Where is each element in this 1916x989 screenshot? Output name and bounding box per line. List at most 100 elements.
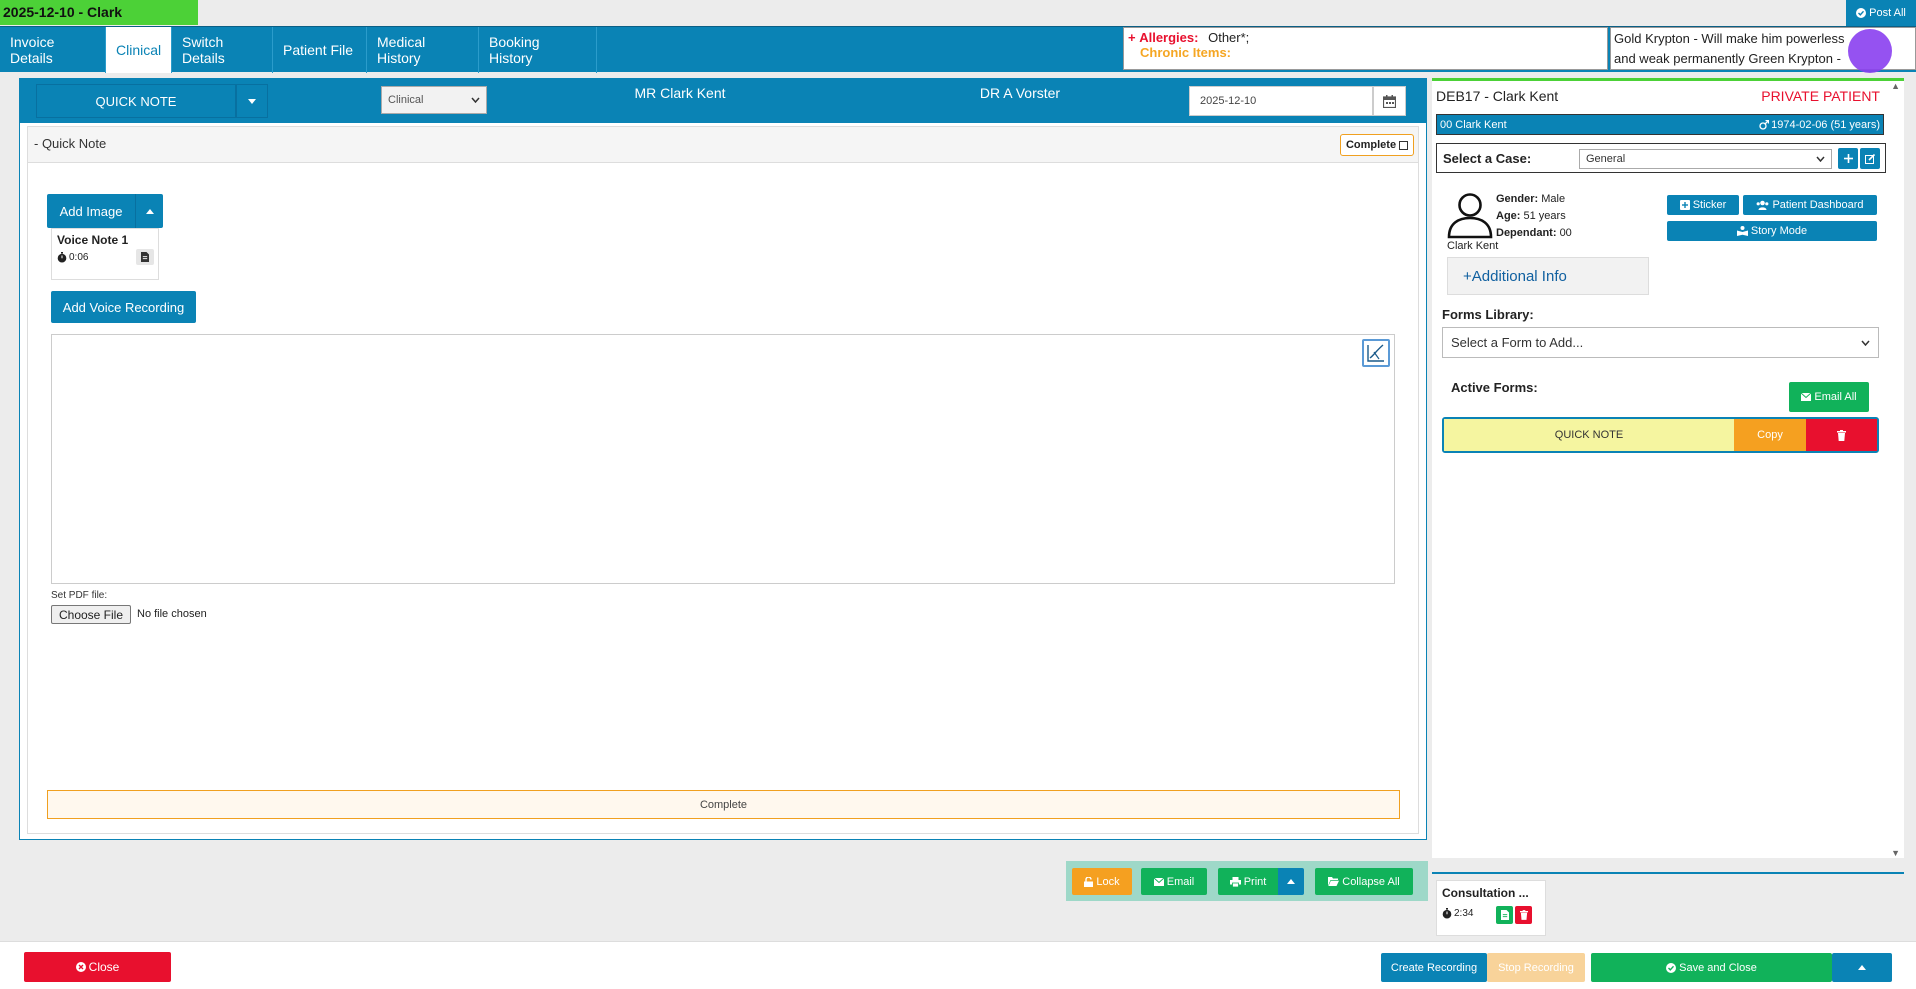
print-label: Print (1243, 875, 1267, 888)
book-reader-icon (1736, 226, 1748, 236)
allergies-panel[interactable]: + Allergies: Other*; Chronic Items: (1123, 27, 1608, 70)
form-title[interactable]: - Quick Note (34, 136, 106, 151)
chevron-down-icon (471, 97, 480, 103)
close-label: Close (88, 960, 120, 974)
tab-invoice-details[interactable]: Invoice Details (0, 27, 106, 73)
case-label: Select a Case: (1443, 151, 1532, 166)
consultation-recording-card[interactable]: Consultation ... 2:34 (1436, 880, 1546, 936)
patient-account-id: DEB17 - Clark Kent (1436, 88, 1559, 104)
quick-note-button[interactable]: QUICK NOTE (36, 84, 236, 118)
sticker-label: Sticker (1692, 199, 1727, 211)
email-all-button[interactable]: Email All (1789, 382, 1869, 412)
file-icon (1500, 910, 1509, 920)
consultation-time: 2:34 (1454, 908, 1474, 919)
patient-info-lines: Gender: Male Age: 51 years Dependant: 00 (1496, 191, 1572, 242)
consultation-delete-button[interactable] (1515, 906, 1532, 924)
delete-form-button[interactable] (1806, 419, 1877, 451)
tab-patient-file[interactable]: Patient File (273, 27, 367, 73)
private-patient-label: PRIVATE PATIENT (1761, 88, 1880, 104)
check-circle-icon (1666, 962, 1677, 973)
patient-dashboard-button[interactable]: Patient Dashboard (1743, 195, 1877, 215)
close-button[interactable]: Close (24, 952, 171, 982)
collapse-all-button[interactable]: Collapse All (1315, 868, 1413, 895)
caret-up-icon (1858, 965, 1866, 970)
complete-checkbox-label: Complete (1345, 139, 1397, 151)
complete-checkbox[interactable]: Complete (1340, 134, 1414, 156)
footer-bar: Close Create Recording Stop Recording Sa… (0, 941, 1916, 989)
save-and-close-label: Save and Close (1679, 961, 1757, 974)
add-image-dropdown-caret[interactable] (135, 194, 163, 228)
envelope-icon (1153, 877, 1164, 886)
case-selector-row: Select a Case: General (1436, 143, 1886, 173)
tab-clinical[interactable]: Clinical (106, 27, 172, 73)
forms-library-placeholder: Select a Form to Add... (1451, 335, 1584, 350)
scroll-up-arrow[interactable]: ▲ (1891, 81, 1900, 91)
choose-file-button[interactable]: Choose File (51, 605, 131, 624)
voice-note-card[interactable]: Voice Note 1 0:06 (51, 228, 159, 280)
print-dropdown-caret[interactable] (1278, 868, 1304, 895)
add-image-button[interactable]: Add Image (47, 194, 135, 228)
allergies-plus: + (1128, 30, 1136, 45)
additional-info-toggle[interactable]: +Additional Info (1447, 257, 1649, 295)
print-button[interactable]: Print (1218, 868, 1278, 895)
header-patient-name: MR Clark Kent (634, 85, 726, 101)
user-icon (1446, 191, 1494, 239)
consultation-file-button[interactable] (1496, 906, 1513, 924)
save-options-caret[interactable] (1832, 953, 1892, 982)
lock-button[interactable]: Lock (1072, 868, 1132, 895)
patient-summary-strip: 00 Clark Kent 1974-02-06 (51 years) (1436, 114, 1884, 135)
gender-label: Gender: (1496, 193, 1539, 205)
calendar-button[interactable] (1373, 86, 1406, 116)
lock-label: Lock (1096, 875, 1120, 888)
voice-note-transcript-button[interactable] (136, 249, 154, 265)
checkbox-icon (1399, 140, 1409, 150)
copy-form-button[interactable]: Copy (1734, 419, 1806, 451)
header-doctor-name: DR A Vorster (979, 85, 1061, 101)
avatar-patient-name: Clark Kent (1447, 240, 1499, 252)
category-select[interactable]: Clinical (381, 86, 487, 114)
age-label: Age: (1496, 210, 1521, 222)
male-icon (1759, 119, 1770, 130)
tab-medical-history[interactable]: Medical History (367, 27, 479, 73)
panel-divider (1432, 872, 1904, 874)
clinical-form-panel: QUICK NOTE Clinical MR Clark Kent DR A V… (19, 78, 1427, 840)
notes-textarea[interactable] (51, 334, 1395, 584)
active-forms-label: Active Forms: (1451, 380, 1538, 395)
quick-note-dropdown-caret[interactable] (236, 84, 268, 118)
trash-icon (1519, 910, 1528, 920)
sticker-icon (1679, 200, 1690, 210)
quick-note-form-header[interactable]: - Quick Note Complete (28, 127, 1418, 163)
forms-library-label: Forms Library: (1442, 307, 1534, 322)
add-voice-recording-button[interactable]: Add Voice Recording (51, 291, 196, 323)
add-case-button[interactable] (1838, 148, 1858, 169)
pdf-file-label: Set PDF file: (51, 590, 108, 601)
edit-case-button[interactable] (1860, 148, 1880, 169)
dependant-value: 00 (1559, 227, 1572, 239)
users-icon (1756, 200, 1769, 210)
email-button[interactable]: Email (1141, 868, 1207, 895)
create-recording-button[interactable]: Create Recording (1381, 953, 1487, 982)
sticker-button[interactable]: Sticker (1667, 195, 1739, 215)
case-select[interactable]: General (1579, 149, 1832, 169)
category-select-value: Clinical (388, 94, 424, 106)
post-all-button[interactable]: Post All (1846, 0, 1916, 26)
caret-up-icon (1287, 879, 1295, 884)
trash-icon (1837, 429, 1846, 441)
active-form-name-button[interactable]: QUICK NOTE (1444, 419, 1734, 451)
file-icon (141, 252, 149, 262)
complete-form-button[interactable]: Complete (47, 790, 1400, 819)
stop-recording-button[interactable]: Stop Recording (1487, 953, 1585, 982)
scroll-down-arrow[interactable]: ▼ (1891, 848, 1900, 858)
email-label: Email (1166, 875, 1195, 888)
draw-button[interactable] (1362, 339, 1390, 367)
edit-icon (1865, 153, 1875, 164)
caret-down-icon (248, 98, 256, 104)
case-select-value: General (1586, 153, 1626, 165)
patient-side-panel: ▲ DEB17 - Clark Kent PRIVATE PATIENT 00 … (1432, 78, 1904, 858)
story-mode-button[interactable]: Story Mode (1667, 221, 1877, 241)
form-date-input[interactable]: 2025-12-10 (1189, 86, 1373, 116)
forms-library-select[interactable]: Select a Form to Add... (1442, 327, 1879, 358)
tab-switch-details[interactable]: Switch Details (172, 27, 273, 73)
save-and-close-button[interactable]: Save and Close (1591, 953, 1832, 982)
tab-booking-history[interactable]: Booking History (479, 27, 597, 73)
